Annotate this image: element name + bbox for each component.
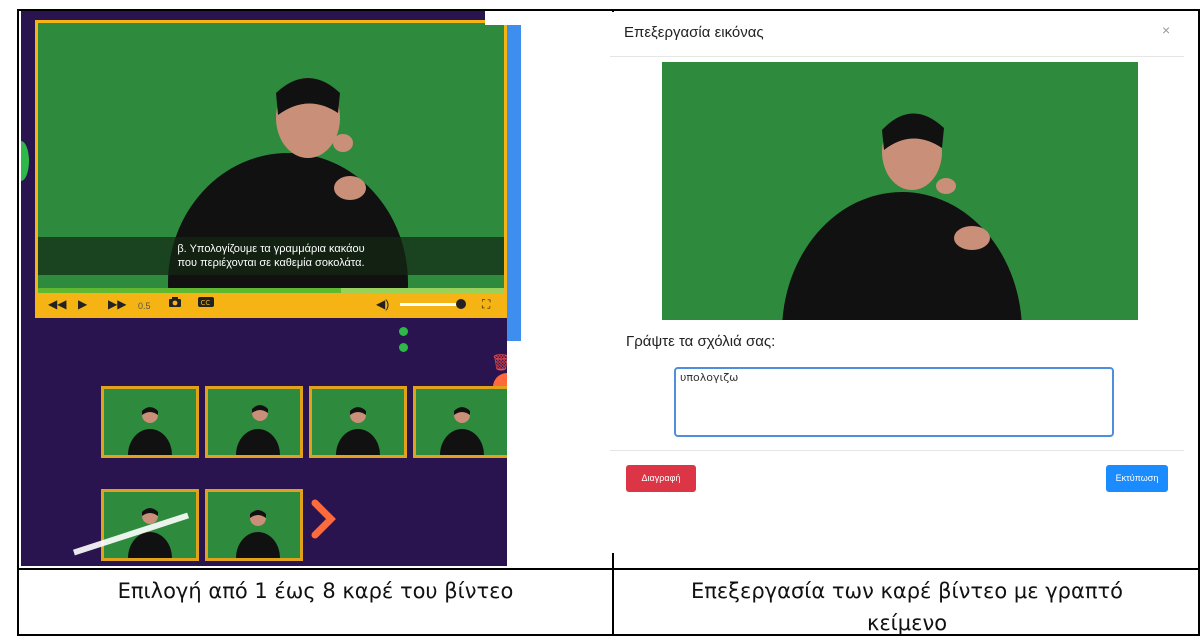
frame-thumbnail[interactable] (205, 489, 303, 561)
decorative-dot (399, 327, 408, 336)
modal-title: Επεξεργασία εικόνας (624, 24, 764, 41)
decorative-dot (21, 141, 29, 181)
fast-forward-icon[interactable]: ▶▶ (108, 296, 126, 312)
row-divider (19, 568, 1198, 570)
right-caption: Επεξεργασία των καρέ βίντεο με γραπτό κε… (614, 575, 1200, 639)
signer-figure (782, 113, 1022, 320)
delete-button[interactable]: Διαγραφή (626, 465, 696, 492)
thumbnail-figure (236, 405, 280, 455)
thumbnail-figure (336, 407, 380, 455)
close-icon[interactable]: × (1162, 22, 1170, 38)
modal-footer-divider (610, 450, 1184, 451)
svg-text:CC: CC (201, 299, 211, 307)
comment-label: Γράψτε τα σχόλιά σας: (626, 333, 776, 350)
decorative-dot (399, 343, 408, 352)
frame-thumbnail[interactable] (205, 386, 303, 458)
selected-frame-image (662, 62, 1138, 320)
frame-thumbnail[interactable] (413, 386, 507, 458)
rewind-icon[interactable]: ◀◀ (48, 296, 66, 312)
video-frame[interactable]: β. Υπολογίζουμε τα γραμμάρια κακάου που … (38, 23, 504, 288)
play-icon[interactable]: ▶ (78, 296, 87, 312)
right-caption-line-1: Επεξεργασία των καρέ βίντεο με γραπτό (691, 579, 1123, 603)
decorative-strip (507, 11, 521, 341)
subtitle-overlay: β. Υπολογίζουμε τα γραμμάρια κακάου που … (38, 237, 504, 275)
playback-rate[interactable]: 0.5 (138, 298, 151, 314)
comment-textarea[interactable]: υπολογιζω (674, 367, 1114, 437)
print-button[interactable]: Εκτύπωση (1106, 465, 1168, 492)
right-caption-line-2: κείμενο (866, 611, 948, 635)
edit-image-modal: Επεξεργασία εικόνας × Γράψτε τα σχόλιά σ… (610, 12, 1184, 553)
video-player[interactable]: β. Υπολογίζουμε τα γραμμάρια κακάου που … (35, 20, 507, 318)
volume-knob[interactable] (456, 299, 466, 309)
captions-icon[interactable]: CC (198, 296, 214, 312)
fullscreen-icon[interactable]: ⛶ (482, 296, 490, 312)
thumbnail-figure (128, 407, 172, 455)
trash-icon[interactable]: 🗑 (491, 353, 507, 373)
thumbnail-figure (440, 407, 484, 455)
subtitle-line-2: που περιέχονται σε καθεμία σοκολάτα. (177, 257, 365, 269)
next-arrow-icon[interactable] (311, 499, 337, 539)
frame-thumbnail[interactable] (101, 386, 199, 458)
thumbnail-figure (236, 510, 280, 558)
volume-fill (400, 303, 456, 306)
volume-slider[interactable] (400, 303, 462, 306)
camera-icon[interactable] (168, 296, 182, 312)
left-caption: Επιλογή από 1 έως 8 καρέ του βίντεο (117, 579, 514, 603)
modal-divider (610, 56, 1184, 57)
frame-thumbnail[interactable] (309, 386, 407, 458)
volume-icon[interactable]: ◀) (376, 296, 389, 312)
player-controls: ◀◀ ▶ ▶▶ 0.5 CC ◀) ⛶ (38, 293, 504, 315)
video-frame-selector-screenshot: β. Υπολογίζουμε τα γραμμάρια κακάου που … (21, 11, 507, 566)
subtitle-line-1: β. Υπολογίζουμε τα γραμμάρια κακάου (177, 243, 365, 255)
decorative-corner (485, 11, 521, 25)
